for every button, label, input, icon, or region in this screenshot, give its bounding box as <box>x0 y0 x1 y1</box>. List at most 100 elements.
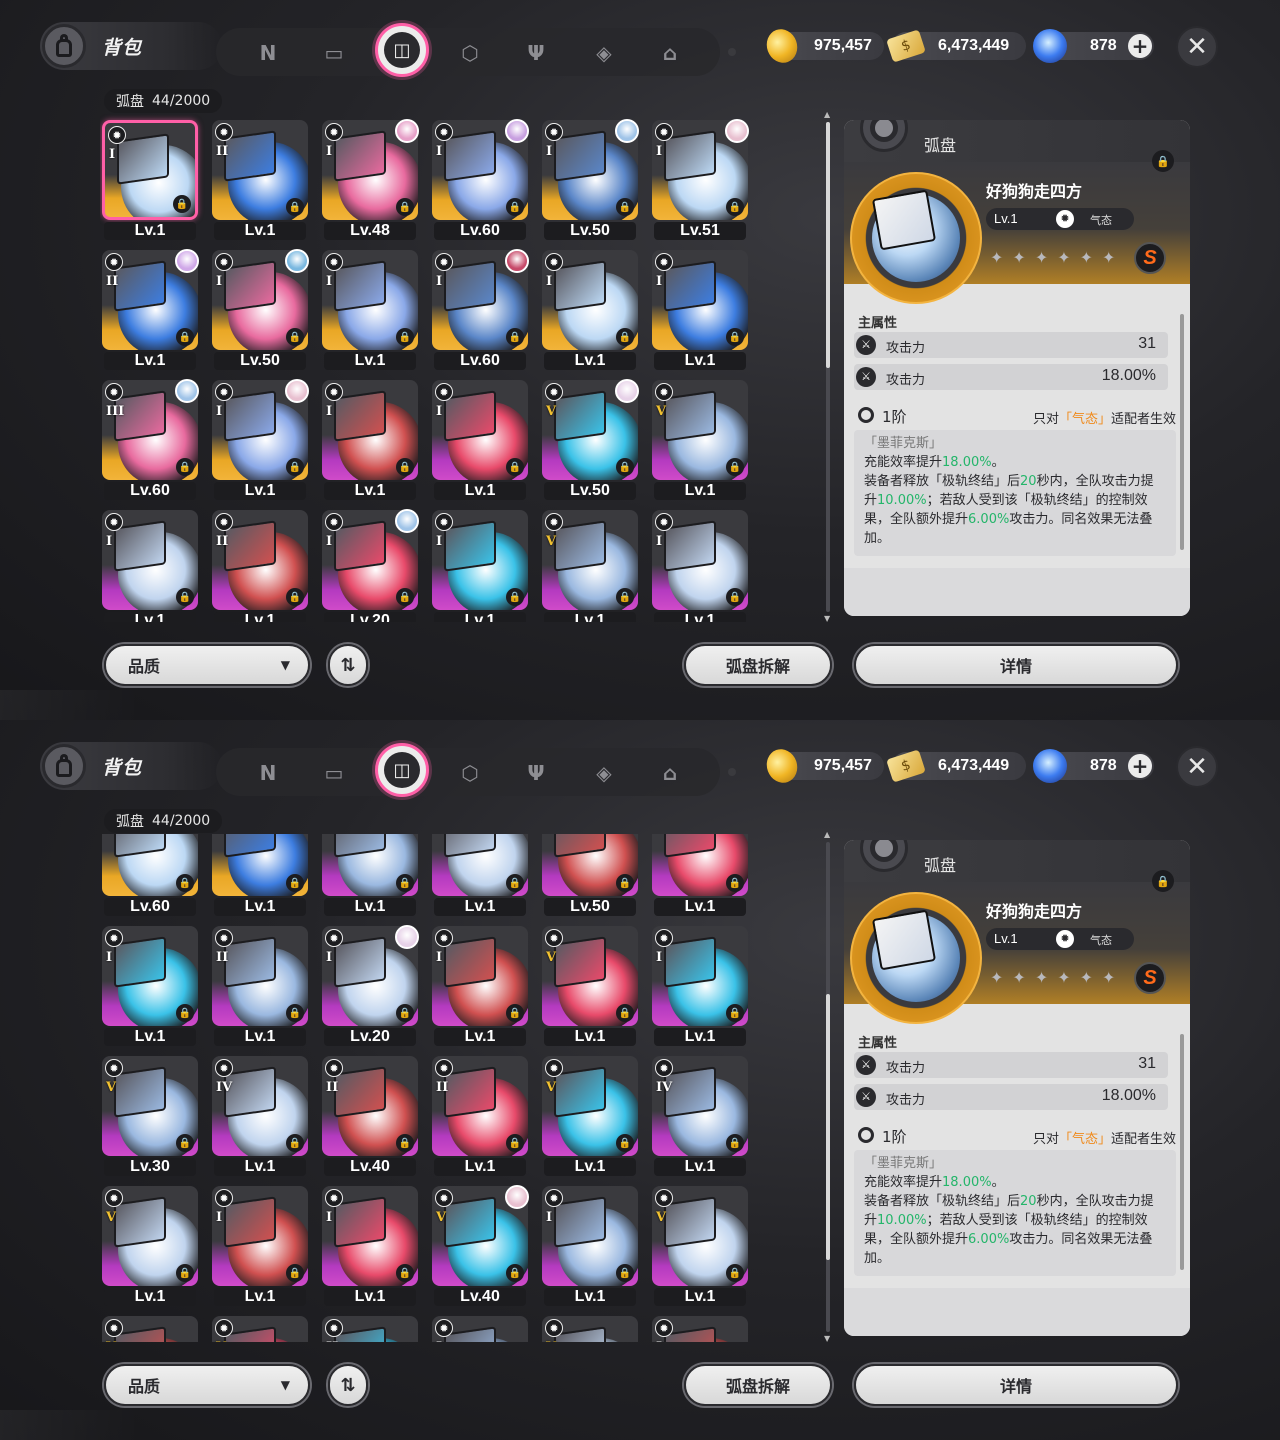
home-icon[interactable]: ⌂ <box>652 35 688 71</box>
disc-card[interactable]: V ✹ 🔒 Lv.1 <box>540 924 640 1048</box>
dismantle-label: 弧盘拆解 <box>725 657 790 676</box>
disc-card[interactable]: ✹🔒 Lv.1 <box>430 834 530 918</box>
package-icon[interactable]: ◈ <box>586 755 622 791</box>
stat-name: 攻击力 <box>886 373 926 388</box>
add-currency-button[interactable]: + <box>1128 34 1152 58</box>
disc-card[interactable]: II ✹ 🔒 Lv.1 <box>210 924 310 1048</box>
disc-card[interactable]: V✹🔒 <box>540 1314 640 1342</box>
disc-card[interactable]: I ✹ 🔒 Lv.1 <box>100 508 200 622</box>
disc-sleeve <box>554 520 606 572</box>
n-icon[interactable]: N <box>250 35 286 71</box>
details-button[interactable]: 详情 <box>854 644 1178 686</box>
cube-icon[interactable]: ⬡ <box>452 35 488 71</box>
disc-card[interactable]: II ✹ 🔒 Lv.1 <box>430 1054 530 1178</box>
disc-card[interactable]: I ✹ 🔒 Lv.1 <box>320 248 420 372</box>
disc-card[interactable]: V ✹ 🔒 Lv.30 <box>100 1054 200 1178</box>
disc-card[interactable]: V ✹ 🔒 Lv.1 <box>540 1054 640 1178</box>
disc-card[interactable]: II ✹ 🔒 Lv.1 <box>210 118 310 242</box>
disc-grid[interactable]: I ✹ 🔒 Lv.1 II ✹ 🔒 Lv.1 I ✹ 🔒 Lv.48 I ✹ 🔒 Lv.60 I ✹ 🔒 Lv.50 I… <box>100 114 760 622</box>
disc-card[interactable]: ✹🔒 Lv.1 <box>650 834 750 918</box>
add-currency-button[interactable]: + <box>1128 754 1152 778</box>
disc-card[interactable]: I ✹ 🔒 Lv.1 <box>430 924 530 1048</box>
detail-scrollbar[interactable] <box>1180 1034 1184 1270</box>
lock-toggle-icon[interactable]: 🔒 <box>1152 870 1174 892</box>
package-icon[interactable]: ◈ <box>586 35 622 71</box>
attribute-icon: ✹ <box>435 253 453 271</box>
disc-card[interactable]: I ✹ 🔒 Lv.1 <box>320 1184 420 1308</box>
desc-text: 装备者释放「极轨终结」后 <box>864 474 1021 489</box>
disc-card[interactable]: I ✹ 🔒 Lv.1 <box>430 378 530 502</box>
disc-tier: V <box>106 1340 116 1342</box>
disc-card[interactable]: V ✹ 🔒 Lv.1 <box>540 508 640 622</box>
detail-scrollbar[interactable] <box>1180 314 1184 550</box>
disc-card[interactable]: I ✹ 🔒 Lv.1 <box>540 1184 640 1308</box>
disc-card[interactable]: I ✹ 🔒 Lv.1 <box>100 924 200 1048</box>
disc-card[interactable]: ✹🔒 Lv.1 <box>210 834 310 918</box>
cube-icon[interactable]: ⬡ <box>452 755 488 791</box>
device-icon[interactable]: ▭ <box>316 35 352 71</box>
disc-card[interactable]: I ✹ 🔒 Lv.20 <box>320 924 420 1048</box>
dismantle-button[interactable]: 弧盘拆解 <box>684 1364 832 1406</box>
lock-toggle-icon[interactable]: 🔒 <box>1152 150 1174 172</box>
grid-scrollbar-thumb[interactable] <box>826 122 830 368</box>
disc-card[interactable]: V✹🔒 <box>210 1314 310 1342</box>
disc-tier: I <box>546 274 553 289</box>
disc-card[interactable]: II ✹ 🔒 Lv.40 <box>320 1054 420 1178</box>
quality-filter-dropdown[interactable]: 品质 ▼ <box>104 644 310 686</box>
lock-icon: 🔒 <box>396 1264 414 1282</box>
close-button[interactable]: ✕ <box>1176 746 1218 788</box>
disc-card[interactable]: II ✹ 🔒 Lv.1 <box>100 248 200 372</box>
sort-order-button[interactable]: ⇅ <box>328 644 368 686</box>
lock-icon: 🔒 <box>506 588 524 606</box>
disc-card[interactable]: V✹🔒 <box>100 1314 200 1342</box>
device-icon[interactable]: ▭ <box>316 755 352 791</box>
fork-knife-icon[interactable]: Ψ <box>518 35 554 71</box>
disc-card[interactable]: I ✹ 🔒 Lv.1 <box>650 924 750 1048</box>
n-icon[interactable]: N <box>250 755 286 791</box>
disc-card[interactable]: I ✹ 🔒 Lv.1 <box>650 508 750 622</box>
disc-card[interactable]: II✹🔒 <box>320 1314 420 1342</box>
disc-card[interactable]: II ✹ 🔒 Lv.1 <box>210 508 310 622</box>
sort-order-button[interactable]: ⇅ <box>328 1364 368 1406</box>
disc-face: I ✹ 🔒 <box>322 250 418 350</box>
disc-card[interactable]: V ✹ 🔒 Lv.1 <box>100 1184 200 1308</box>
disc-card[interactable]: I✹🔒 <box>650 1314 750 1342</box>
disc-grid[interactable]: ✹🔒Lv.60✹🔒Lv.1✹🔒Lv.1✹🔒Lv.1✹🔒Lv.50✹🔒Lv.1I✹… <box>100 834 760 1342</box>
disc-card[interactable]: I ✹ 🔒 Lv.1 <box>650 248 750 372</box>
quality-filter-dropdown[interactable]: 品质 ▼ <box>104 1364 310 1406</box>
disc-card[interactable]: I ✹ 🔒 Lv.1 <box>100 118 200 242</box>
disc-box-icon[interactable]: ◫ <box>375 23 429 77</box>
disc-card[interactable]: V ✹ 🔒 Lv.40 <box>430 1184 530 1308</box>
disc-sleeve <box>444 520 496 572</box>
disc-card[interactable]: IV ✹ 🔒 Lv.1 <box>210 1054 310 1178</box>
disc-card[interactable]: I✹🔒 <box>430 1314 530 1342</box>
disc-card[interactable]: I ✹ 🔒 Lv.50 <box>210 248 310 372</box>
disc-card[interactable]: I ✹ 🔒 Lv.48 <box>320 118 420 242</box>
disc-card[interactable]: I ✹ 🔒 Lv.1 <box>210 378 310 502</box>
grid-scrollbar-thumb[interactable] <box>826 994 830 1260</box>
disc-card[interactable]: V ✹ 🔒 Lv.50 <box>540 378 640 502</box>
disc-card[interactable]: ✹🔒 Lv.1 <box>320 834 420 918</box>
disc-card[interactable]: V ✹ 🔒 Lv.1 <box>650 378 750 502</box>
disc-card[interactable]: I ✹ 🔒 Lv.60 <box>430 248 530 372</box>
disc-card[interactable]: ✹🔒 Lv.60 <box>100 834 200 918</box>
disc-level: Lv.1 <box>434 612 526 622</box>
disc-card[interactable]: IV ✹ 🔒 Lv.1 <box>650 1054 750 1178</box>
disc-card[interactable]: III ✹ 🔒 Lv.60 <box>100 378 200 502</box>
details-button[interactable]: 详情 <box>854 1364 1178 1406</box>
disc-card[interactable]: I ✹ 🔒 Lv.1 <box>210 1184 310 1308</box>
fork-knife-icon[interactable]: Ψ <box>518 755 554 791</box>
disc-card[interactable]: I ✹ 🔒 Lv.51 <box>650 118 750 242</box>
disc-card[interactable]: I ✹ 🔒 Lv.20 <box>320 508 420 622</box>
home-icon[interactable]: ⌂ <box>652 755 688 791</box>
disc-card[interactable]: I ✹ 🔒 Lv.50 <box>540 118 640 242</box>
disc-box-icon[interactable]: ◫ <box>375 743 429 797</box>
disc-card[interactable]: I ✹ 🔒 Lv.1 <box>320 378 420 502</box>
disc-card[interactable]: ✹🔒 Lv.50 <box>540 834 640 918</box>
disc-card[interactable]: V ✹ 🔒 Lv.1 <box>650 1184 750 1308</box>
disc-card[interactable]: I ✹ 🔒 Lv.1 <box>430 508 530 622</box>
disc-card[interactable]: I ✹ 🔒 Lv.60 <box>430 118 530 242</box>
dismantle-button[interactable]: 弧盘拆解 <box>684 644 832 686</box>
disc-card[interactable]: I ✹ 🔒 Lv.1 <box>540 248 640 372</box>
close-button[interactable]: ✕ <box>1176 26 1218 68</box>
